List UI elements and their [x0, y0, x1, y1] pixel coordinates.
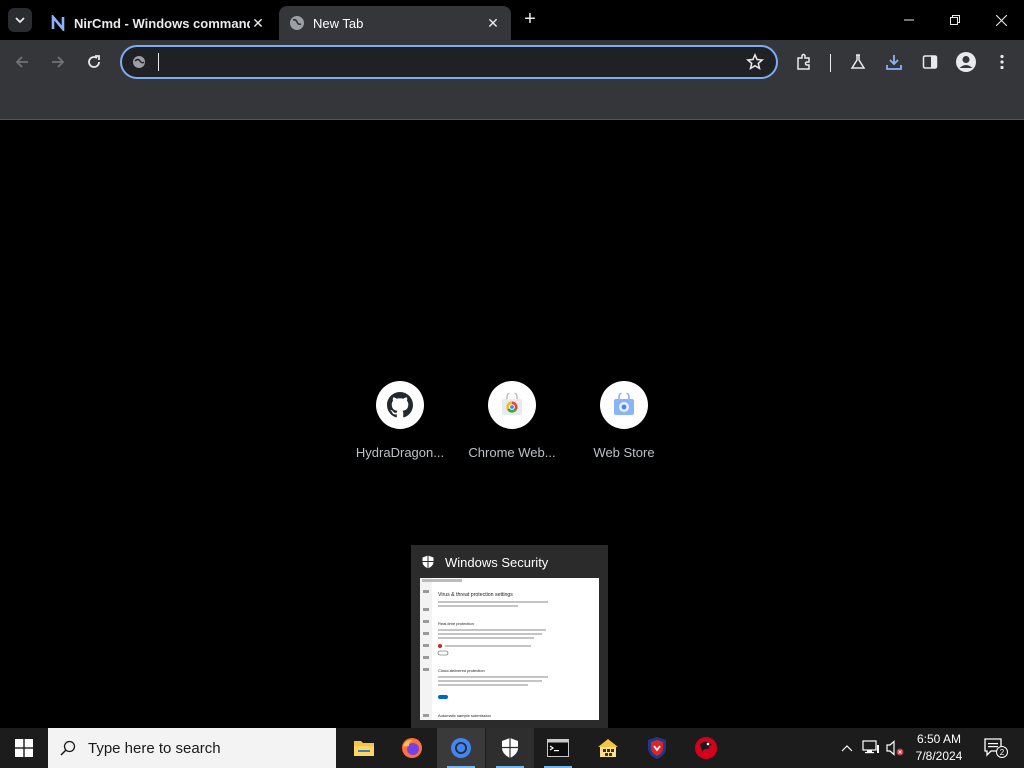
search-engine-icon [130, 53, 148, 71]
minimize-button[interactable] [886, 0, 932, 40]
close-window-button[interactable] [978, 0, 1024, 40]
github-icon [376, 381, 424, 429]
omnibox[interactable] [120, 45, 778, 79]
back-icon [15, 56, 28, 68]
taskbar-command-prompt[interactable] [534, 728, 582, 768]
taskbar-chrome[interactable] [437, 728, 485, 768]
clock-time: 6:50 AM [916, 732, 962, 746]
web-store-icon [600, 381, 648, 429]
browser-toolbar [0, 40, 1024, 84]
svg-text:Cloud-delivered protection: Cloud-delivered protection [438, 668, 485, 673]
tab-new-tab[interactable]: New Tab ✕ [279, 6, 511, 40]
reload-icon [88, 55, 100, 68]
extensions-icon [797, 53, 810, 70]
network-status-button[interactable] [860, 728, 882, 768]
forward-icon [52, 56, 65, 68]
minimize-icon [904, 19, 914, 21]
settings-thumbnail-graphic: Virus & threat protection settings Real-… [420, 578, 599, 720]
shortcut-hydradragon[interactable]: HydraDragon... [352, 381, 448, 460]
tab-search-button[interactable] [8, 8, 32, 32]
profile-icon [956, 52, 976, 72]
taskbar-file-explorer[interactable] [340, 728, 388, 768]
taskbar-windows-security[interactable] [486, 728, 534, 768]
screen: NirCmd - Windows command l ✕ New Tab ✕ + [0, 0, 1024, 768]
bookmark-star-icon[interactable] [746, 53, 764, 71]
red-app-icon [695, 737, 717, 759]
reload-button[interactable] [82, 50, 106, 74]
tab-title: NirCmd - Windows command l [74, 15, 250, 31]
search-icon [48, 740, 88, 756]
tab-nircmd[interactable]: NirCmd - Windows command l ✕ [40, 6, 276, 40]
restore-button[interactable] [932, 0, 978, 40]
tab-strip: NirCmd - Windows command l ✕ New Tab ✕ + [0, 0, 1024, 40]
chevron-up-icon [841, 745, 853, 752]
menu-button[interactable] [990, 50, 1014, 74]
notification-count: 2 [1000, 748, 1005, 757]
restore-icon [950, 15, 960, 25]
file-explorer-icon [354, 741, 374, 756]
volume-muted-icon [886, 740, 904, 756]
preview-title: Windows Security [445, 554, 549, 570]
start-button[interactable] [0, 728, 48, 768]
svg-text:Automatic sample submission: Automatic sample submission [438, 713, 491, 718]
shield-icon [422, 555, 434, 569]
close-icon[interactable]: ✕ [485, 15, 501, 31]
taskbar-shield-app[interactable] [633, 728, 681, 768]
windows-taskbar: Type here to search 6:50 AM 7/8/2024 2 [0, 728, 1024, 768]
network-app-icon [598, 739, 618, 757]
download-icon [886, 55, 902, 70]
windows-security-preview[interactable]: Windows Security Virus & threat protecti… [411, 545, 608, 728]
shortcut-label: HydraDragon... [355, 445, 445, 460]
shortcut-label: Chrome Web... [468, 445, 556, 460]
preview-header: Windows Security [421, 553, 548, 571]
chrome-icon [451, 738, 471, 758]
shortcut-chrome-web[interactable]: Chrome Web... [464, 381, 560, 460]
text-caret [158, 53, 159, 71]
labs-button[interactable] [846, 50, 870, 74]
taskbar-search-box[interactable]: Type here to search [48, 728, 336, 768]
globe-icon [289, 15, 305, 31]
network-icon [862, 740, 879, 754]
firefox-icon [402, 738, 422, 758]
show-hidden-icons-button[interactable] [836, 728, 858, 768]
forward-button[interactable] [46, 50, 70, 74]
tab-title: New Tab [313, 15, 364, 31]
labs-flask-icon [850, 54, 866, 69]
taskbar-red-app[interactable] [682, 728, 730, 768]
search-placeholder: Type here to search [88, 739, 221, 757]
notification-icon: 2 [984, 738, 1008, 758]
extensions-button[interactable] [792, 50, 816, 74]
address-input[interactable] [156, 51, 736, 73]
volume-button[interactable] [884, 728, 906, 768]
shield-app-icon [648, 737, 666, 759]
taskbar-firefox[interactable] [388, 728, 436, 768]
command-prompt-icon [547, 739, 569, 757]
chrome-web-store-icon [488, 381, 536, 429]
side-panel-button[interactable] [918, 50, 942, 74]
toolbar-divider [830, 54, 831, 72]
shortcut-web-store[interactable]: Web Store [576, 381, 672, 460]
bookmarks-bar [0, 84, 1024, 120]
downloads-button[interactable] [882, 50, 906, 74]
action-center-button[interactable]: 2 [976, 728, 1016, 768]
side-panel-icon [922, 55, 938, 69]
shortcut-label: Web Store [593, 445, 655, 460]
windows-security-icon [502, 738, 518, 758]
taskbar-network-app[interactable] [584, 728, 632, 768]
clock-date: 7/8/2024 [915, 749, 963, 763]
menu-icon [1000, 54, 1004, 70]
profile-button[interactable] [954, 50, 978, 74]
svg-text:Real-time protection: Real-time protection [438, 621, 474, 626]
chevron-down-icon [15, 17, 25, 24]
windows-logo-icon [15, 739, 33, 757]
svg-text:Virus & threat protection sett: Virus & threat protection settings [438, 592, 513, 598]
close-icon [995, 14, 1007, 26]
preview-thumbnail[interactable]: Virus & threat protection settings Real-… [420, 578, 599, 720]
nirsoft-n-icon [50, 15, 66, 31]
taskbar-clock[interactable]: 6:50 AM 7/8/2024 [908, 731, 970, 765]
back-button[interactable] [10, 50, 34, 74]
close-icon[interactable]: ✕ [250, 15, 266, 31]
new-tab-button[interactable]: + [520, 9, 540, 30]
